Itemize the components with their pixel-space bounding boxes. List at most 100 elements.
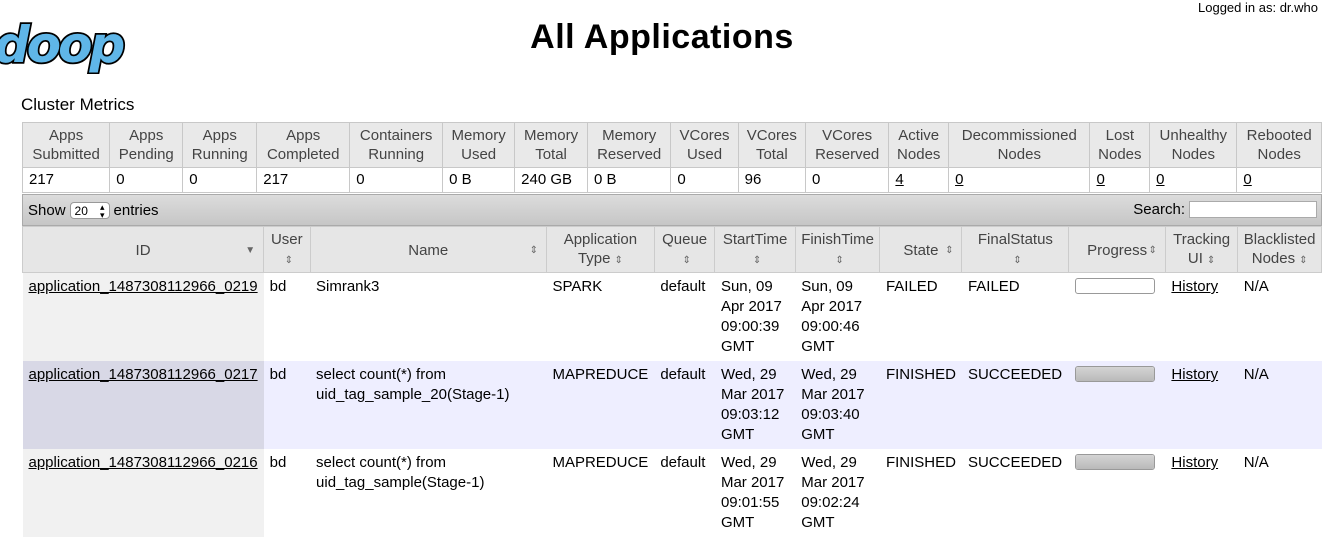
progress-cell — [1068, 272, 1166, 361]
application-id: application_1487308112966_0219 — [22, 272, 264, 361]
start-time-cell: Wed, 29 Mar 2017 09:03:12 GMT — [714, 361, 796, 449]
progress-bar — [1074, 366, 1155, 382]
entries-length-control: Show 20 ▴ ▾ entries — [28, 202, 159, 219]
application-type-cell: MAPREDUCE — [546, 449, 655, 537]
metric-header: Memory Total — [514, 122, 588, 168]
metric-value: 0 — [1236, 167, 1322, 193]
final-status-cell: SUCCEEDED — [961, 449, 1069, 537]
progress-cell — [1068, 449, 1166, 537]
metric-value: 0 — [349, 167, 444, 193]
application-type-cell: MAPREDUCE — [546, 361, 655, 449]
tracking-ui-cell-link[interactable]: History — [1171, 366, 1218, 383]
finish-time-cell: Wed, 29 Mar 2017 09:02:24 GMT — [795, 449, 880, 537]
entries-select[interactable]: 20 ▴ ▾ — [69, 202, 110, 219]
sort-both-icon: ⇕ — [284, 255, 293, 266]
application-id: application_1487308112966_0217 — [22, 361, 264, 449]
sort-both-icon: ⇕ — [614, 255, 623, 266]
metric-value-link[interactable]: 4 — [895, 171, 903, 188]
metric-header: Containers Running — [349, 122, 444, 168]
progress-bar — [1074, 454, 1155, 470]
metric-header: VCores Total — [737, 122, 806, 168]
user-cell: bd — [263, 449, 311, 537]
metric-header: Lost Nodes — [1089, 122, 1151, 168]
sort-both-icon: ⇕ — [945, 245, 954, 256]
user-cell: bd — [263, 361, 311, 449]
column-header-tracking-ui[interactable]: Tracking UI ⇕ — [1164, 226, 1239, 273]
application-id-link[interactable]: application_1487308112966_0216 — [29, 454, 258, 471]
sort-both-icon: ⇕ — [1148, 245, 1157, 256]
cluster-metrics-header-row: Apps Submitted Apps Pending Apps Running Apps C… — [21, 122, 1322, 168]
show-label: Show — [28, 202, 66, 219]
application-type-cell: SPARK — [546, 272, 655, 361]
metric-value: 0 — [948, 167, 1091, 193]
metric-value: 0 B — [586, 167, 672, 193]
tracking-ui-cell: History — [1165, 361, 1238, 449]
search-input[interactable] — [1189, 201, 1317, 218]
tracking-ui-cell-link[interactable]: History — [1171, 454, 1218, 471]
metric-value: 4 — [888, 167, 950, 193]
finish-time-cell: Sun, 09 Apr 2017 09:00:46 GMT — [795, 272, 880, 361]
start-time-cell: Wed, 29 Mar 2017 09:01:55 GMT — [714, 449, 796, 537]
progress-bar-fill — [1075, 367, 1154, 381]
column-header-blacklisted-nodes[interactable]: Blacklisted Nodes ⇕ — [1237, 226, 1322, 273]
state-cell: FINISHED — [879, 361, 962, 449]
metric-header: Apps Pending — [109, 122, 184, 168]
column-header-final-status[interactable]: FinalStatus ⇕ — [961, 226, 1070, 273]
search-label: Search: — [1133, 201, 1185, 218]
name-cell: select count(*) from uid_tag_sample_20(S… — [310, 361, 547, 449]
cluster-metrics-title: Cluster Metrics — [21, 95, 135, 114]
column-header-name[interactable]: Name ⇕ — [309, 226, 547, 273]
start-time-cell: Sun, 09 Apr 2017 09:00:39 GMT — [714, 272, 796, 361]
user-cell: bd — [263, 272, 311, 361]
metric-header: Rebooted Nodes — [1236, 122, 1322, 168]
entries-select-value: 20 — [74, 203, 88, 218]
sort-both-icon: ⇕ — [1299, 255, 1308, 266]
column-header-start-time[interactable]: StartTime ⇕ — [714, 226, 796, 273]
metric-header: Apps Submitted — [21, 122, 111, 168]
progress-bar — [1074, 278, 1155, 294]
column-header-id[interactable]: ID ▼ — [21, 226, 265, 273]
application-id: application_1487308112966_0216 — [22, 449, 264, 537]
table-row: application_1487308112966_0219 bd Simrank3… — [22, 272, 1322, 361]
metric-header: Decommissioned Nodes — [948, 122, 1091, 168]
tracking-ui-cell-link[interactable]: History — [1171, 278, 1218, 295]
column-header-user[interactable]: User ⇕ — [263, 226, 311, 273]
metric-value-link[interactable]: 0 — [1096, 171, 1104, 188]
metric-value-link[interactable]: 0 — [1156, 171, 1164, 188]
queue-cell: default — [654, 361, 715, 449]
sort-both-icon: ⇕ — [682, 255, 691, 266]
final-status-cell: FAILED — [961, 272, 1069, 361]
blacklisted-nodes-cell: N/A — [1237, 272, 1322, 361]
sort-both-icon: ⇕ — [835, 255, 844, 266]
tracking-ui-cell: History — [1165, 272, 1238, 361]
progress-bar-fill — [1075, 455, 1154, 469]
metric-header: Apps Completed — [256, 122, 351, 168]
tracking-ui-cell: History — [1165, 449, 1238, 537]
progress-cell — [1068, 361, 1166, 449]
metric-value: 217 — [21, 167, 111, 193]
metric-header: Memory Reserved — [586, 122, 672, 168]
applications-header-row: ID ▼ User ⇕ Name ⇕ Application Type ⇕ Queue ⇕… — [21, 226, 1322, 273]
metric-header: VCores Reserved — [804, 122, 890, 168]
column-header-state[interactable]: State ⇕ — [879, 226, 963, 273]
finish-time-cell: Wed, 29 Mar 2017 09:03:40 GMT — [795, 361, 880, 449]
metric-value: 0 — [804, 167, 890, 193]
sort-both-icon: ⇕ — [752, 255, 762, 266]
queue-cell: default — [654, 449, 715, 537]
metric-value-link[interactable]: 0 — [1243, 171, 1251, 188]
login-status: Logged in as: dr.who — [1198, 0, 1318, 15]
application-id-link[interactable]: application_1487308112966_0219 — [29, 278, 258, 295]
column-header-queue[interactable]: Queue ⇕ — [653, 226, 716, 273]
application-id-link[interactable]: application_1487308112966_0217 — [29, 366, 258, 383]
blacklisted-nodes-cell: N/A — [1237, 449, 1322, 537]
sort-both-icon: ⇕ — [1013, 255, 1022, 266]
page-title: All Applications — [530, 18, 794, 56]
column-header-finish-time[interactable]: FinishTime ⇕ — [794, 226, 881, 273]
metric-value: 0 B — [442, 167, 516, 193]
datatable-toolbar: Show 20 ▴ ▾ entries Search: — [22, 194, 1322, 226]
metric-value-link[interactable]: 0 — [955, 171, 963, 188]
column-header-progress[interactable]: Progress ⇕ — [1068, 226, 1166, 273]
metric-header: Active Nodes — [888, 122, 950, 168]
metric-header: Unhealthy Nodes — [1149, 122, 1238, 168]
column-header-application-type[interactable]: Application Type ⇕ — [545, 226, 655, 273]
